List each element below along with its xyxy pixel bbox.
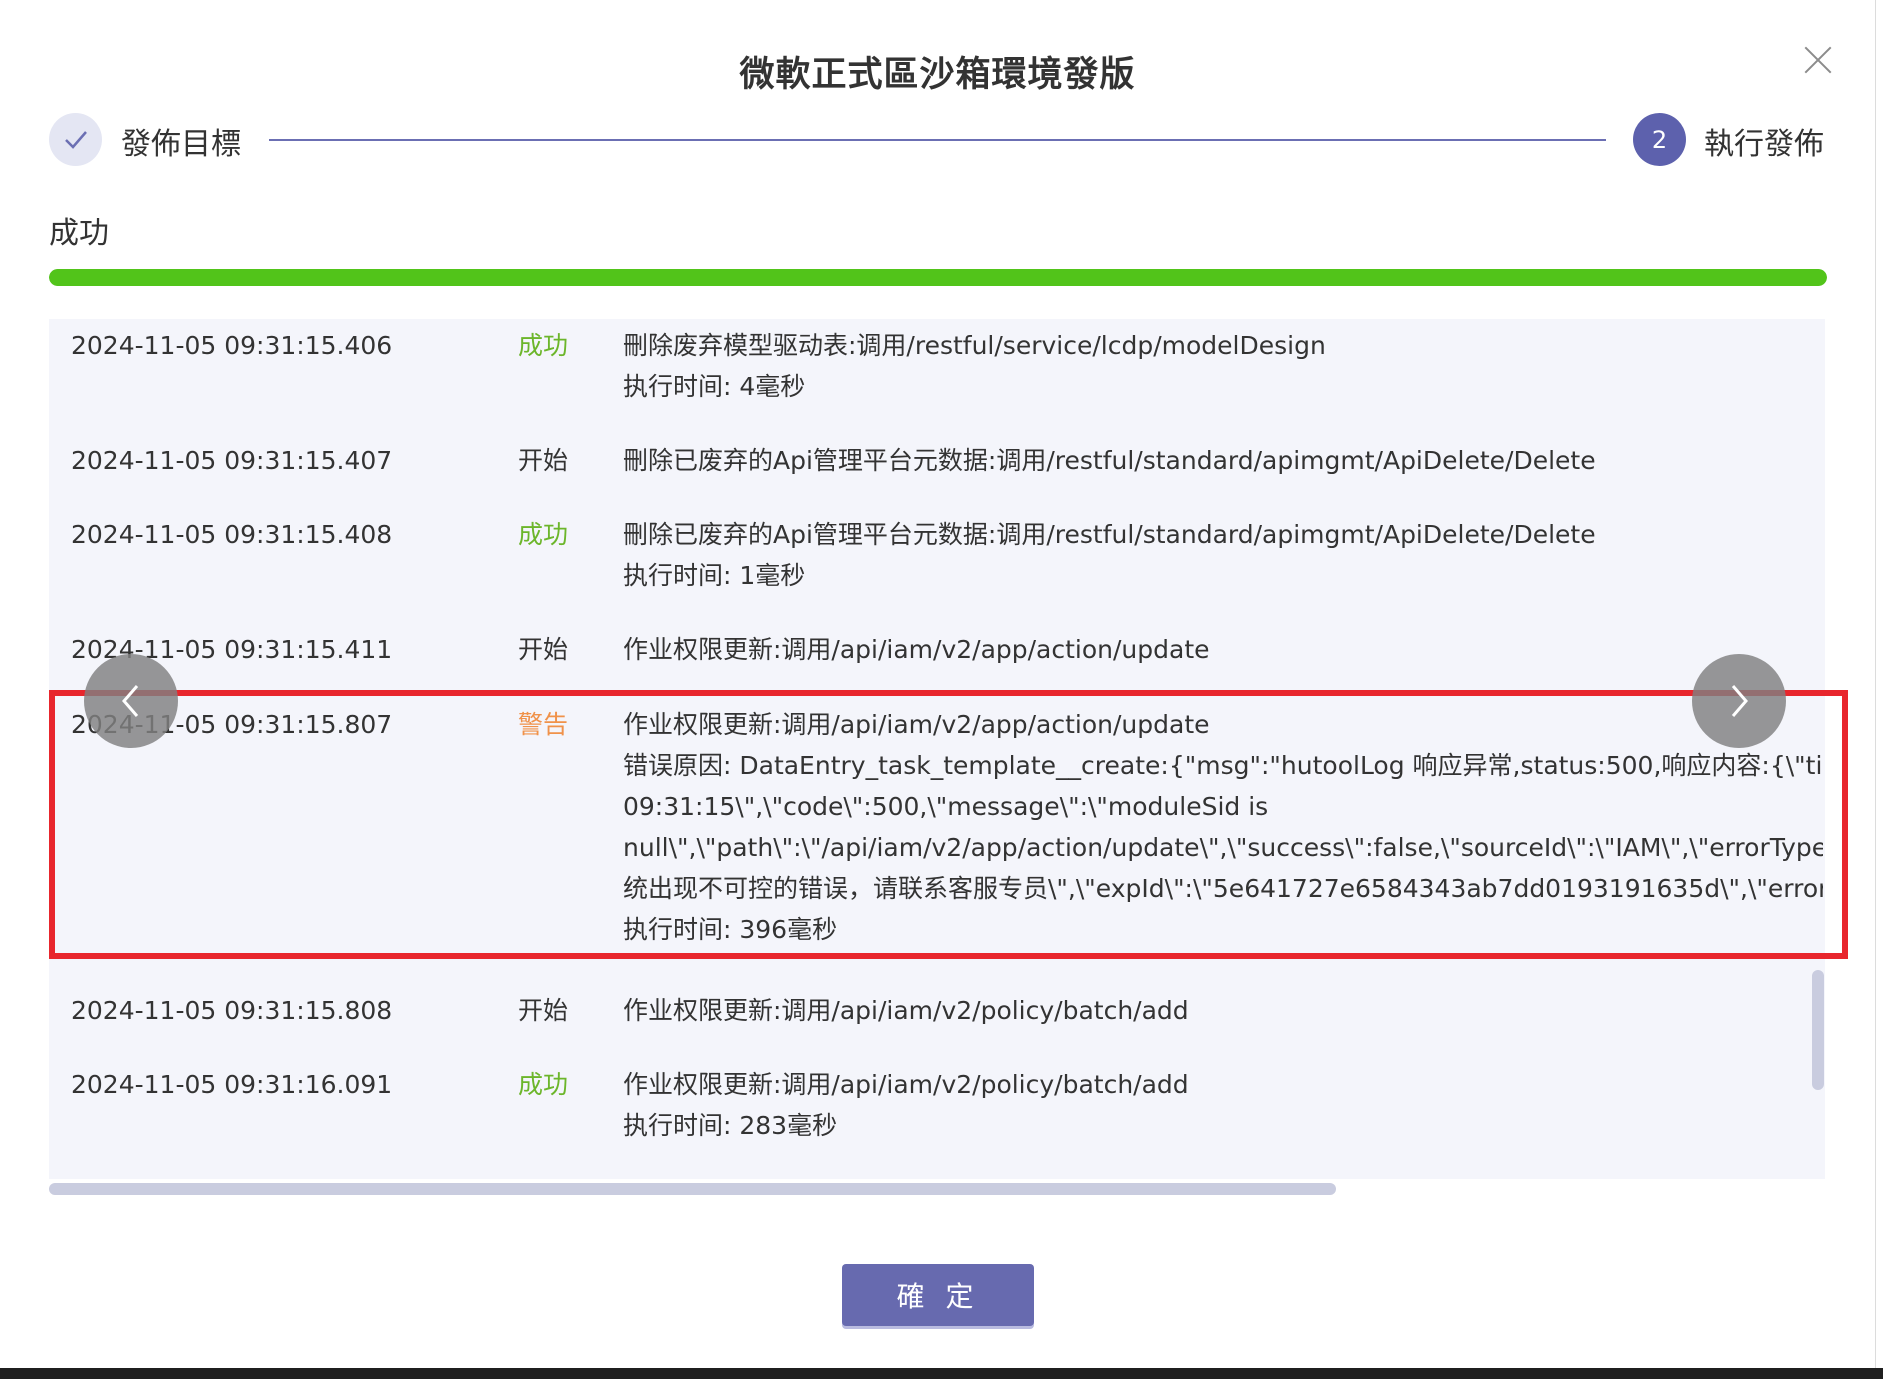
log-status: 成功	[518, 1070, 569, 1099]
log-status: 警告	[518, 710, 569, 739]
horizontal-scrollbar[interactable]	[49, 1183, 1336, 1195]
log-message: 作业权限更新:调用/api/iam/v2/policy/batch/add 执行时…	[623, 1064, 1823, 1146]
close-icon[interactable]	[1798, 40, 1838, 80]
log-status: 开始	[518, 996, 569, 1025]
log-message-line: 刪除已废弃的Api管理平台元数据:调用/restful/standard/api…	[623, 520, 1596, 549]
log-message: 作业权限更新:调用/api/iam/v2/app/action/update 错误…	[623, 704, 1823, 950]
log-message-line: 执行时间: 283毫秒	[623, 1111, 838, 1140]
log-message-line: 作业权限更新:调用/api/iam/v2/policy/batch/add	[623, 996, 1189, 1025]
log-message-line: 统出现不可控的错误，请联系客服专员\",\"expId\":\"5e641727…	[623, 874, 1823, 903]
log-message: 刪除已废弃的Api管理平台元数据:调用/restful/standard/api…	[623, 514, 1823, 596]
log-message-line: 09:31:15\",\"code\":500,\"message\":\"mo…	[623, 792, 1269, 821]
taskbar-edge	[0, 1368, 1883, 1379]
log-timestamp: 2024-11-05 09:31:15.808	[71, 996, 393, 1025]
chevron-right-icon	[1731, 685, 1748, 717]
log-timestamp: 2024-11-05 09:31:15.407	[71, 446, 393, 475]
log-timestamp: 2024-11-05 09:31:15.408	[71, 520, 393, 549]
log-status: 成功	[518, 520, 569, 549]
step-2-label: 執行發佈	[1704, 127, 1824, 162]
progress-bar	[49, 269, 1827, 286]
step-1-label: 發佈目標	[121, 127, 241, 162]
prev-button[interactable]	[84, 654, 178, 748]
log-message-line: 作业权限更新:调用/api/iam/v2/app/action/update	[623, 635, 1210, 664]
vertical-scrollbar[interactable]	[1812, 970, 1824, 1090]
step-1-indicator	[49, 113, 102, 166]
step-connector	[269, 139, 1606, 141]
log-message: 作业权限更新:调用/api/iam/v2/policy/batch/add	[623, 990, 1823, 1031]
check-icon	[64, 130, 87, 149]
log-message-line: 作业权限更新:调用/api/iam/v2/app/action/update	[623, 710, 1210, 739]
log-status: 开始	[518, 446, 569, 475]
log-message-line: 错误原因: DataEntry_task_template__create:{"…	[623, 751, 1823, 780]
log-message-line: 执行时间: 1毫秒	[623, 561, 806, 590]
next-button[interactable]	[1692, 654, 1786, 748]
publish-dialog: 微軟正式區沙箱環境發版 發佈目標 2 執行發佈 成功 2024-11-05 09…	[0, 0, 1876, 1368]
log-list: 2024-11-05 09:31:15.406 成功 刪除废弃模型驱动表:调用/re…	[49, 319, 1825, 1179]
log-timestamp: 2024-11-05 09:31:16.091	[71, 1070, 393, 1099]
log-status: 成功	[518, 331, 569, 360]
log-message-line: null\",\"path\":\"/api/iam/v2/app/action…	[623, 833, 1823, 862]
log-message-line: 执行时间: 396毫秒	[623, 915, 838, 944]
log-message: 刪除废弃模型驱动表:调用/restful/service/lcdp/modelD…	[623, 325, 1823, 407]
log-message-line: 刪除已废弃的Api管理平台元数据:调用/restful/standard/api…	[623, 446, 1596, 475]
chevron-left-icon	[122, 685, 139, 717]
window-edge	[1875, 0, 1883, 1368]
log-message: 作业权限更新:调用/api/iam/v2/app/action/update	[623, 629, 1823, 670]
status-text: 成功	[49, 216, 109, 251]
step-2-indicator: 2	[1633, 113, 1686, 166]
log-message-line: 执行时间: 4毫秒	[623, 372, 806, 401]
log-message-line: 刪除废弃模型驱动表:调用/restful/service/lcdp/modelD…	[623, 331, 1326, 360]
dialog-title: 微軟正式區沙箱環境發版	[739, 55, 1136, 95]
log-timestamp: 2024-11-05 09:31:15.406	[71, 331, 393, 360]
log-message: 刪除已废弃的Api管理平台元数据:调用/restful/standard/api…	[623, 440, 1823, 481]
log-message-line: 作业权限更新:调用/api/iam/v2/policy/batch/add	[623, 1070, 1189, 1099]
confirm-button[interactable]: 確 定	[842, 1264, 1034, 1326]
log-status: 开始	[518, 635, 569, 664]
progress-fill	[49, 269, 1827, 286]
